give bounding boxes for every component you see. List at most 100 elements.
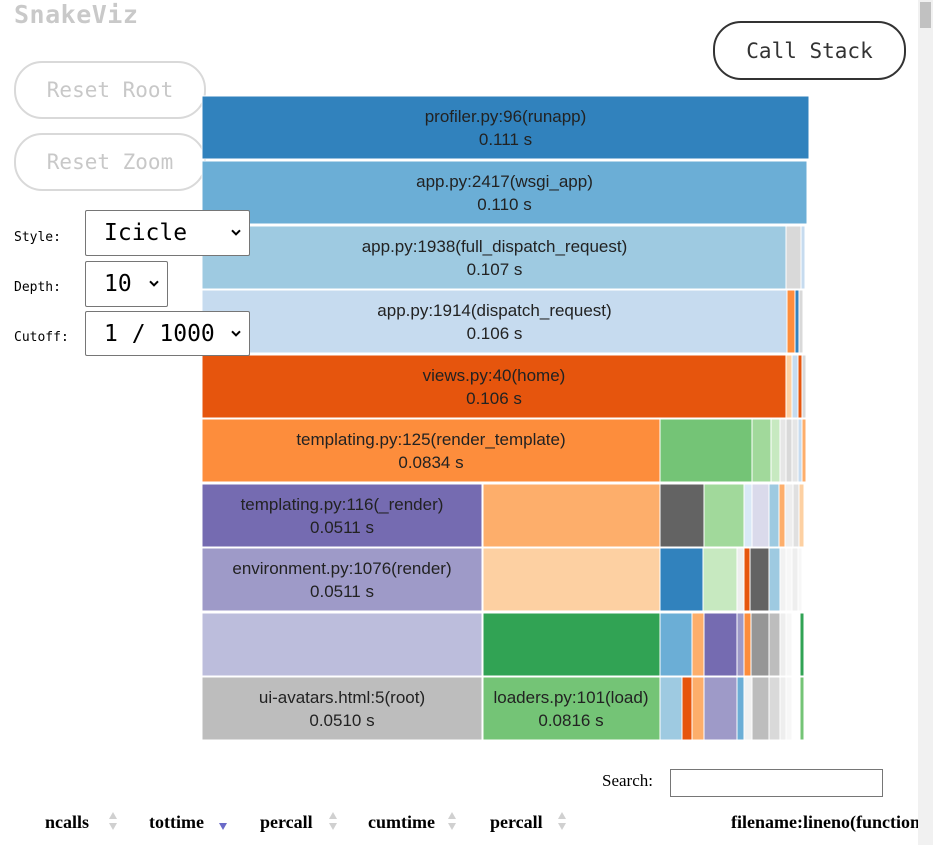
icicle-node[interactable]: [659, 483, 705, 548]
icicle-node[interactable]: [768, 612, 781, 677]
sort-icon[interactable]: [557, 810, 567, 832]
icicle-node[interactable]: [482, 612, 661, 677]
icicle-node[interactable]: [482, 547, 661, 612]
icicle-node[interactable]: [785, 354, 793, 419]
icicle-node[interactable]: [779, 547, 787, 612]
icicle-node[interactable]: [691, 612, 705, 677]
icicle-node[interactable]: [751, 418, 772, 483]
icicle-node[interactable]: [801, 418, 807, 483]
icicle-node[interactable]: [736, 676, 745, 741]
icicle-node[interactable]: [201, 547, 483, 612]
icicle-node[interactable]: [703, 676, 738, 741]
icicle-node[interactable]: [791, 676, 801, 741]
icicle-node[interactable]: [201, 483, 483, 548]
search-label: Search:: [602, 771, 653, 790]
icicle-node[interactable]: [779, 612, 787, 677]
sort-icon[interactable]: [108, 810, 118, 832]
icicle-node[interactable]: [659, 612, 693, 677]
style-select-value: Icicle: [104, 220, 188, 246]
icicle-node[interactable]: [791, 354, 799, 419]
icicle-node[interactable]: [750, 612, 770, 677]
icicle-node[interactable]: [779, 676, 787, 741]
icicle-node[interactable]: [785, 418, 793, 483]
icicle-node[interactable]: [659, 418, 753, 483]
icicle-node[interactable]: [800, 225, 806, 290]
icicle-node[interactable]: [791, 547, 799, 612]
node-label: profiler.py:96(runapp): [425, 107, 587, 126]
column-header-filename[interactable]: filename:lineno(function): [731, 812, 926, 833]
icicle-node[interactable]: [801, 354, 807, 419]
search-input[interactable]: [670, 769, 883, 797]
icicle-node[interactable]: [743, 483, 753, 548]
icicle-node[interactable]: [201, 676, 483, 741]
icicle-node[interactable]: [659, 676, 683, 741]
cutoff-select[interactable]: 1 / 1000: [85, 311, 250, 356]
icicle-node[interactable]: [799, 676, 805, 741]
icicle-node[interactable]: [201, 612, 483, 677]
icicle-node[interactable]: [778, 483, 786, 548]
icicle-node[interactable]: [797, 354, 803, 419]
icicle-node[interactable]: [743, 547, 751, 612]
style-select[interactable]: Icicle: [85, 210, 250, 256]
icicle-node[interactable]: [770, 418, 781, 483]
icicle-node[interactable]: [786, 289, 796, 354]
icicle-node[interactable]: [201, 289, 788, 354]
icicle-node[interactable]: [799, 612, 805, 677]
icicle-node[interactable]: [779, 418, 787, 483]
icicle-node[interactable]: [785, 225, 802, 290]
icicle-node[interactable]: [482, 483, 661, 548]
icicle-node[interactable]: [703, 612, 738, 677]
icicle-chart[interactable]: profiler.py:96(runapp) 0.111 s app.py:2417…: [0, 0, 933, 845]
icicle-node[interactable]: [743, 676, 753, 741]
icicle-node[interactable]: [798, 289, 804, 354]
column-header-cumtime[interactable]: cumtime: [368, 812, 435, 833]
node-label: app.py:1938(full_dispatch_request): [362, 237, 628, 256]
icicle-node[interactable]: [703, 483, 745, 548]
icicle-node[interactable]: [659, 547, 704, 612]
icicle-node[interactable]: [768, 483, 780, 548]
icicle-node[interactable]: [791, 418, 799, 483]
cutoff-select-value: 1 / 1000: [104, 320, 215, 347]
icicle-node[interactable]: [702, 547, 738, 612]
column-header-percall-cumulative[interactable]: percall: [490, 812, 543, 833]
icicle-node[interactable]: [751, 483, 770, 548]
icicle-node[interactable]: [736, 612, 745, 677]
sort-icon[interactable]: [447, 810, 457, 832]
icicle-node[interactable]: [743, 612, 752, 677]
icicle-node[interactable]: [768, 676, 781, 741]
icicle-node[interactable]: [797, 418, 803, 483]
scrollbar-thumb[interactable]: [920, 2, 931, 28]
sort-descending-icon[interactable]: [218, 810, 228, 832]
icicle-node[interactable]: [785, 676, 793, 741]
depth-select-value: 10: [104, 271, 132, 297]
icicle-node[interactable]: [751, 676, 770, 741]
vertical-scrollbar[interactable]: [918, 0, 933, 845]
node-time: 0.106 s: [466, 389, 522, 408]
icicle-node[interactable]: [785, 612, 793, 677]
icicle-node[interactable]: [792, 483, 800, 548]
icicle-node[interactable]: [798, 483, 805, 548]
icicle-node[interactable]: [768, 547, 781, 612]
icicle-node[interactable]: [691, 676, 705, 741]
icicle-node[interactable]: [201, 225, 788, 290]
sort-icon[interactable]: [328, 810, 338, 832]
column-header-tottime[interactable]: tottime: [149, 812, 204, 833]
column-header-ncalls[interactable]: ncalls: [45, 812, 89, 833]
column-header-percall[interactable]: percall: [260, 812, 313, 833]
depth-label: Depth:: [14, 280, 61, 295]
icicle-node[interactable]: [749, 547, 770, 612]
node-label: app.py:1914(dispatch_request): [377, 301, 611, 320]
icicle-node[interactable]: [784, 483, 794, 548]
icicle-node[interactable]: [201, 418, 661, 483]
icicle-node[interactable]: [791, 612, 801, 677]
icicle-node[interactable]: [797, 547, 803, 612]
icicle-node[interactable]: [785, 547, 793, 612]
icicle-node[interactable]: [736, 547, 745, 612]
icicle-node[interactable]: [201, 354, 787, 419]
depth-select[interactable]: 10: [85, 261, 168, 307]
icicle-node[interactable]: [201, 95, 810, 160]
icicle-node[interactable]: [681, 676, 693, 741]
icicle-node[interactable]: [201, 160, 808, 225]
icicle-node[interactable]: [482, 676, 661, 741]
icicle-node[interactable]: [794, 289, 800, 354]
